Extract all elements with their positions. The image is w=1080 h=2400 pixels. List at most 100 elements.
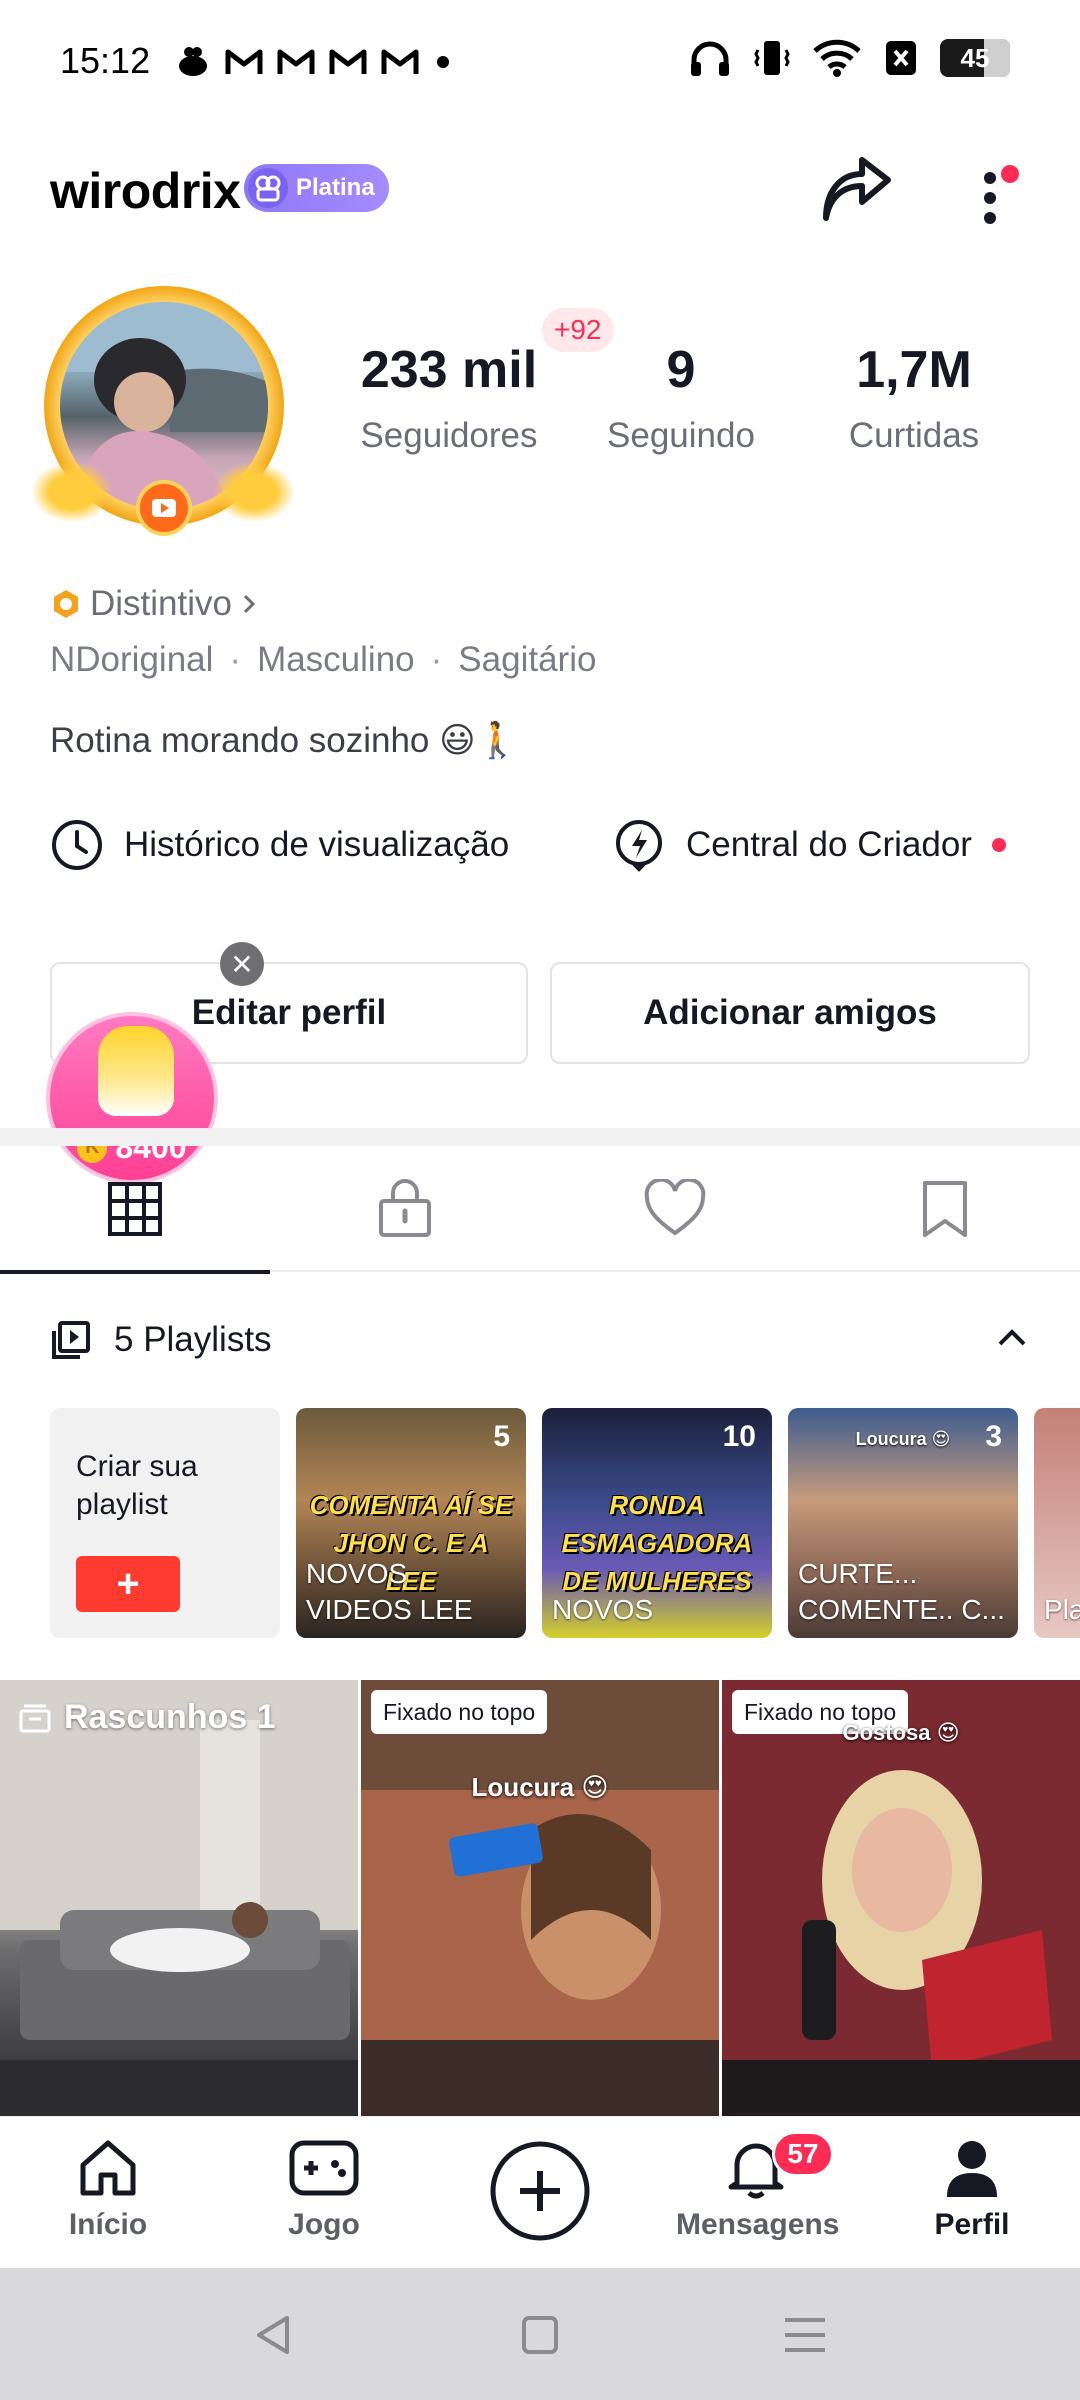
avatar[interactable] [32,282,294,544]
chevron-up-icon[interactable] [994,1320,1030,1356]
nav-messages[interactable]: 57 Mensagens [676,2131,840,2242]
profile-header: wirodrix Platina [0,140,1080,240]
person-icon [947,2141,997,2197]
profile-meta: NDoriginal · Masculino · Sagitário [50,640,596,680]
menu-icon[interactable] [775,2310,835,2360]
likes-count: 1,7M [856,341,972,399]
gmail-icon [329,49,367,74]
nav-create[interactable] [460,2139,620,2248]
badge-hexagon-icon [54,590,78,618]
nav-profile-label: Perfil [934,2208,1010,2241]
distintivo-link[interactable]: Distintivo [50,584,258,624]
tier-badge[interactable]: Platina [244,164,389,212]
headphones-icon [691,41,729,76]
more-vertical-icon [984,165,1019,224]
nav-game[interactable]: Jogo [244,2135,404,2242]
tab-liked[interactable] [540,1146,810,1272]
video-thumbnail[interactable]: Fixado no topo Gostosa 😍 [722,1680,1080,2116]
section-divider [0,1128,1080,1146]
dot-icon [437,56,449,68]
playlist-count: 5 [493,1420,510,1453]
profile-shortcuts: Histórico de visualização Central do Cri… [50,818,1040,878]
playlist-name: NOVOS VIDEOS LEE [306,1558,473,1625]
video-thumbnail[interactable]: Fixado no topo Loucura 😍 [361,1680,719,2116]
playlists-row: Criar sua playlist + COMENTA AÍ SE JHON … [50,1408,1080,1640]
nav-profile[interactable]: Perfil [892,2135,1052,2242]
meta-zodiac: Sagitário [458,640,597,679]
share-button[interactable] [816,152,896,232]
frame-wing-left [32,462,112,522]
video-thumbnail-drafts[interactable]: Rascunhos 1 [0,1680,358,2116]
gmail-icon [225,49,263,74]
playlists-header[interactable]: 5 Playlists [50,1310,1030,1370]
playlist-count: 10 [722,1420,756,1453]
create-playlist-card[interactable]: Criar sua playlist + [50,1408,280,1638]
add-friends-button[interactable]: Adicionar amigos [550,962,1030,1064]
notification-dot [991,838,1006,852]
stat-followers[interactable]: 233 mil Seguidores [356,340,542,456]
close-icon[interactable]: ✕ [220,942,264,986]
tab-videos[interactable] [0,1146,270,1274]
messages-badge: 57 [772,2131,834,2177]
grid-icon [108,1182,162,1236]
video-grid: Rascunhos 1 Fixado no topo Loucura 😍 Fix… [0,1680,1080,2116]
battery-icon: 45 [940,39,1010,77]
meta-origin: NDoriginal [50,640,214,679]
sim-off-icon [886,41,916,75]
playlist-icon [52,1321,90,1359]
tier-badge-label: Platina [296,174,375,201]
playlist-name: CURTE... COMENTE.. C... [798,1558,1005,1625]
gamepad-icon [289,2140,359,2196]
clock-icon [52,820,102,870]
playlist-caption: Loucura 😍 [855,1429,951,1449]
creator-center-link[interactable]: Central do Criador [612,818,1006,872]
playlist-caption: RONDA ESMAGADORA DE MULHERES [561,1490,753,1596]
camera-reel-icon [248,168,288,208]
tab-private[interactable] [270,1146,540,1272]
playlist-card[interactable]: Loucura 😍 3 CURTE... COMENTE.. C... [788,1408,1018,1638]
create-playlist-label: Criar sua playlist [76,1450,198,1521]
status-time: 15:12 [60,40,151,81]
lock-icon [379,1179,431,1237]
tab-saved[interactable] [810,1146,1080,1272]
lightning-icon [616,820,662,872]
home-icon [80,2140,136,2196]
meta-separator: · [229,640,242,679]
playlist-card[interactable]: RONDA ESMAGADORA DE MULHERES 10 NOVOS [542,1408,772,1638]
notification-icons [175,44,453,80]
pinned-badge: Fixado no topo [371,1690,548,1734]
chef-icon [179,47,207,76]
nav-home[interactable]: Início [28,2135,188,2242]
gmail-icon [277,49,315,74]
nav-messages-label: Mensagens [676,2208,840,2241]
stat-likes[interactable]: 1,7M Curtidas [834,340,994,456]
drafts-thumbnail-art [0,1680,358,2116]
vibrate-icon [754,41,790,75]
following-label: Seguindo [607,416,755,455]
watch-history-link[interactable]: Histórico de visualização [50,818,509,872]
create-playlist-button[interactable]: + [76,1556,180,1612]
live-badge-icon [136,480,192,536]
share-icon [823,157,891,221]
likes-label: Curtidas [848,416,980,455]
playlist-card[interactable]: COMENTA AÍ SE JHON C. E A LEE 5 NOVOS VI… [296,1408,526,1638]
status-bar: 15:12 45 [0,0,1080,120]
watch-history-label: Histórico de visualização [124,825,510,864]
system-navigation-bar [0,2268,1080,2400]
distintivo-label: Distintivo [90,584,232,623]
more-options-button[interactable] [960,152,1020,232]
playlist-card[interactable]: Pla [1034,1408,1080,1638]
edit-profile-label: Editar perfil [191,993,387,1032]
playlist-count: 3 [985,1420,1002,1453]
drafts-label: Rascunhos 1 [64,1698,276,1736]
back-icon[interactable] [245,2310,305,2360]
username[interactable]: wirodrix [50,162,241,220]
plus-circle-icon [490,2141,590,2241]
playlists-title: 5 Playlists [114,1320,272,1359]
followers-label: Seguidores [360,416,538,455]
content-tabs [0,1146,1080,1274]
bookmark-icon [923,1181,967,1237]
stat-following[interactable]: 9 Seguindo [596,340,766,456]
home-square-icon[interactable] [510,2310,570,2360]
nav-game-label: Jogo [288,2208,360,2241]
